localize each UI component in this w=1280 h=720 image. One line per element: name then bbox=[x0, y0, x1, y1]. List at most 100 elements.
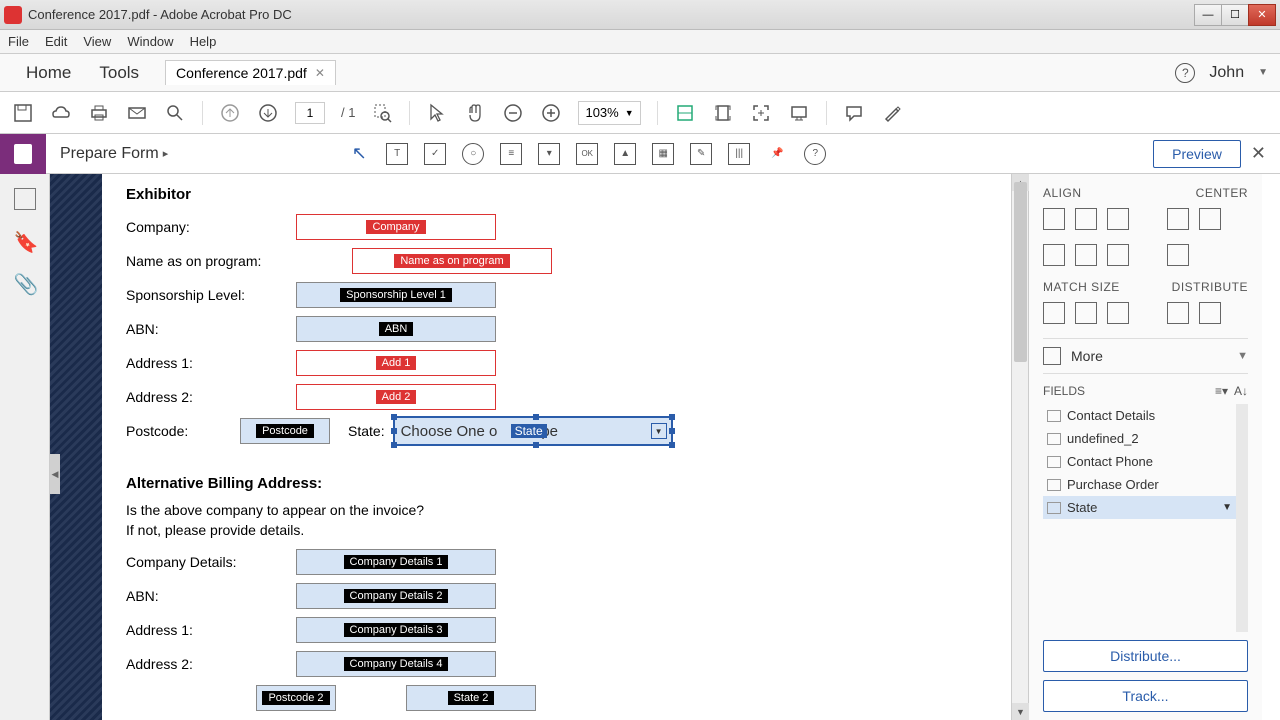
center-h-icon[interactable] bbox=[1167, 208, 1189, 230]
zoom-dropdown[interactable]: 103%▼ bbox=[578, 101, 640, 125]
company-details-1-field[interactable]: Company Details 1 bbox=[296, 549, 496, 575]
zoom-in-icon[interactable] bbox=[540, 102, 562, 124]
selection-tool-icon[interactable] bbox=[426, 102, 448, 124]
sponsorship-field[interactable]: Sponsorship Level 1 bbox=[296, 282, 496, 308]
button-tool-icon[interactable]: OK bbox=[576, 143, 598, 165]
company-field[interactable]: Company bbox=[296, 214, 496, 240]
distribute-button[interactable]: Distribute... bbox=[1043, 640, 1248, 672]
cloud-icon[interactable] bbox=[50, 102, 72, 124]
align-top-icon[interactable] bbox=[1043, 244, 1065, 266]
menu-edit[interactable]: Edit bbox=[45, 34, 67, 49]
match-both-icon[interactable] bbox=[1107, 302, 1129, 324]
highlight-icon[interactable] bbox=[881, 102, 903, 124]
more-row[interactable]: More ▼ bbox=[1043, 338, 1248, 374]
dropdown-arrow-icon[interactable]: ▼ bbox=[651, 423, 667, 439]
maximize-button[interactable]: ☐ bbox=[1221, 4, 1249, 26]
field-dropdown-icon[interactable]: ▼ bbox=[1222, 502, 1232, 513]
mail-icon[interactable] bbox=[126, 102, 148, 124]
search-icon[interactable] bbox=[164, 102, 186, 124]
select-tool-icon[interactable]: ↖ bbox=[348, 143, 370, 165]
image-tool-icon[interactable]: ▲ bbox=[614, 143, 636, 165]
pin-tool-icon[interactable]: 📌 bbox=[766, 143, 788, 165]
fit-visible-icon[interactable] bbox=[750, 102, 772, 124]
collapse-nav-icon[interactable]: ◀ bbox=[50, 454, 60, 494]
menu-view[interactable]: View bbox=[83, 34, 111, 49]
checkbox-tool-icon[interactable]: ✓ bbox=[424, 143, 446, 165]
center-both-icon[interactable] bbox=[1167, 244, 1189, 266]
form-help-icon[interactable]: ? bbox=[804, 143, 826, 165]
signature-tool-icon[interactable]: ✎ bbox=[690, 143, 712, 165]
center-v-icon[interactable] bbox=[1199, 208, 1221, 230]
text-field-tool-icon[interactable]: T bbox=[386, 143, 408, 165]
postcode-field[interactable]: Postcode bbox=[240, 418, 330, 444]
abn-field[interactable]: ABN bbox=[296, 316, 496, 342]
read-mode-icon[interactable] bbox=[788, 102, 810, 124]
company-details-3-field[interactable]: Company Details 3 bbox=[296, 617, 496, 643]
field-item[interactable]: Contact Details bbox=[1043, 404, 1236, 427]
listbox-tool-icon[interactable]: ≡ bbox=[500, 143, 522, 165]
menu-window[interactable]: Window bbox=[127, 34, 173, 49]
align-right-icon[interactable] bbox=[1107, 208, 1129, 230]
distribute-h-icon[interactable] bbox=[1167, 302, 1189, 324]
tab-home[interactable]: Home bbox=[12, 57, 85, 89]
prepare-form-label[interactable]: Prepare Form bbox=[60, 145, 159, 163]
save-icon[interactable] bbox=[12, 102, 34, 124]
address1-field[interactable]: Add 1 bbox=[296, 350, 496, 376]
sort-order-icon[interactable]: ≡▾ bbox=[1215, 384, 1228, 398]
state2-field[interactable]: State 2 bbox=[406, 685, 536, 711]
field-item-selected[interactable]: State▼ bbox=[1043, 496, 1236, 519]
state-dropdown[interactable]: Choose One o State pe ▼ bbox=[393, 416, 673, 446]
distribute-v-icon[interactable] bbox=[1199, 302, 1221, 324]
scroll-thumb[interactable] bbox=[1014, 182, 1027, 362]
radio-tool-icon[interactable]: ○ bbox=[462, 143, 484, 165]
preview-button[interactable]: Preview bbox=[1153, 140, 1241, 168]
sort-az-icon[interactable]: A↓ bbox=[1234, 384, 1248, 398]
thumbnails-icon[interactable] bbox=[14, 188, 36, 210]
menu-file[interactable]: File bbox=[8, 34, 29, 49]
vertical-scrollbar[interactable]: ▲ ▼ bbox=[1011, 174, 1028, 720]
user-name[interactable]: John bbox=[1209, 64, 1244, 82]
match-height-icon[interactable] bbox=[1075, 302, 1097, 324]
tab-tools[interactable]: Tools bbox=[85, 57, 153, 89]
prepare-form-icon[interactable] bbox=[0, 134, 46, 174]
company-details-4-field[interactable]: Company Details 4 bbox=[296, 651, 496, 677]
document-page[interactable]: Exhibitor Company: Company Name as on pr… bbox=[102, 174, 1011, 720]
scroll-down-icon[interactable]: ▼ bbox=[1012, 703, 1029, 720]
barcode-tool-icon[interactable]: ||| bbox=[728, 143, 750, 165]
align-bottom-icon[interactable] bbox=[1107, 244, 1129, 266]
page-number-input[interactable] bbox=[295, 102, 325, 124]
user-dropdown-icon[interactable]: ▼ bbox=[1258, 67, 1268, 78]
tab-document[interactable]: Conference 2017.pdf ✕ bbox=[165, 60, 336, 85]
comment-icon[interactable] bbox=[843, 102, 865, 124]
field-item[interactable]: undefined_2 bbox=[1043, 427, 1236, 450]
postcode2-field[interactable]: Postcode 2 bbox=[256, 685, 336, 711]
align-middle-icon[interactable] bbox=[1075, 244, 1097, 266]
track-button[interactable]: Track... bbox=[1043, 680, 1248, 712]
fit-page-icon[interactable] bbox=[712, 102, 734, 124]
align-left-icon[interactable] bbox=[1043, 208, 1065, 230]
menu-help[interactable]: Help bbox=[190, 34, 217, 49]
attachments-icon[interactable]: 📎 bbox=[14, 272, 36, 294]
field-item[interactable]: Purchase Order bbox=[1043, 473, 1236, 496]
address2-field[interactable]: Add 2 bbox=[296, 384, 496, 410]
align-center-icon[interactable] bbox=[1075, 208, 1097, 230]
find-page-icon[interactable] bbox=[371, 102, 393, 124]
match-width-icon[interactable] bbox=[1043, 302, 1065, 324]
print-icon[interactable] bbox=[88, 102, 110, 124]
zoom-out-icon[interactable] bbox=[502, 102, 524, 124]
name-field[interactable]: Name as on program bbox=[352, 248, 552, 274]
dropdown-tool-icon[interactable]: ▾ bbox=[538, 143, 560, 165]
tab-close-icon[interactable]: ✕ bbox=[315, 66, 325, 80]
fit-width-icon[interactable] bbox=[674, 102, 696, 124]
close-tool-icon[interactable]: ✕ bbox=[1251, 143, 1266, 164]
bookmarks-icon[interactable]: 🔖 bbox=[14, 230, 36, 252]
close-button[interactable]: ✕ bbox=[1248, 4, 1276, 26]
field-item[interactable]: Contact Phone bbox=[1043, 450, 1236, 473]
prev-page-icon[interactable] bbox=[219, 102, 241, 124]
help-icon[interactable]: ? bbox=[1175, 63, 1195, 83]
minimize-button[interactable]: — bbox=[1194, 4, 1222, 26]
date-tool-icon[interactable]: ▦ bbox=[652, 143, 674, 165]
hand-tool-icon[interactable] bbox=[464, 102, 486, 124]
company-details-2-field[interactable]: Company Details 2 bbox=[296, 583, 496, 609]
next-page-icon[interactable] bbox=[257, 102, 279, 124]
